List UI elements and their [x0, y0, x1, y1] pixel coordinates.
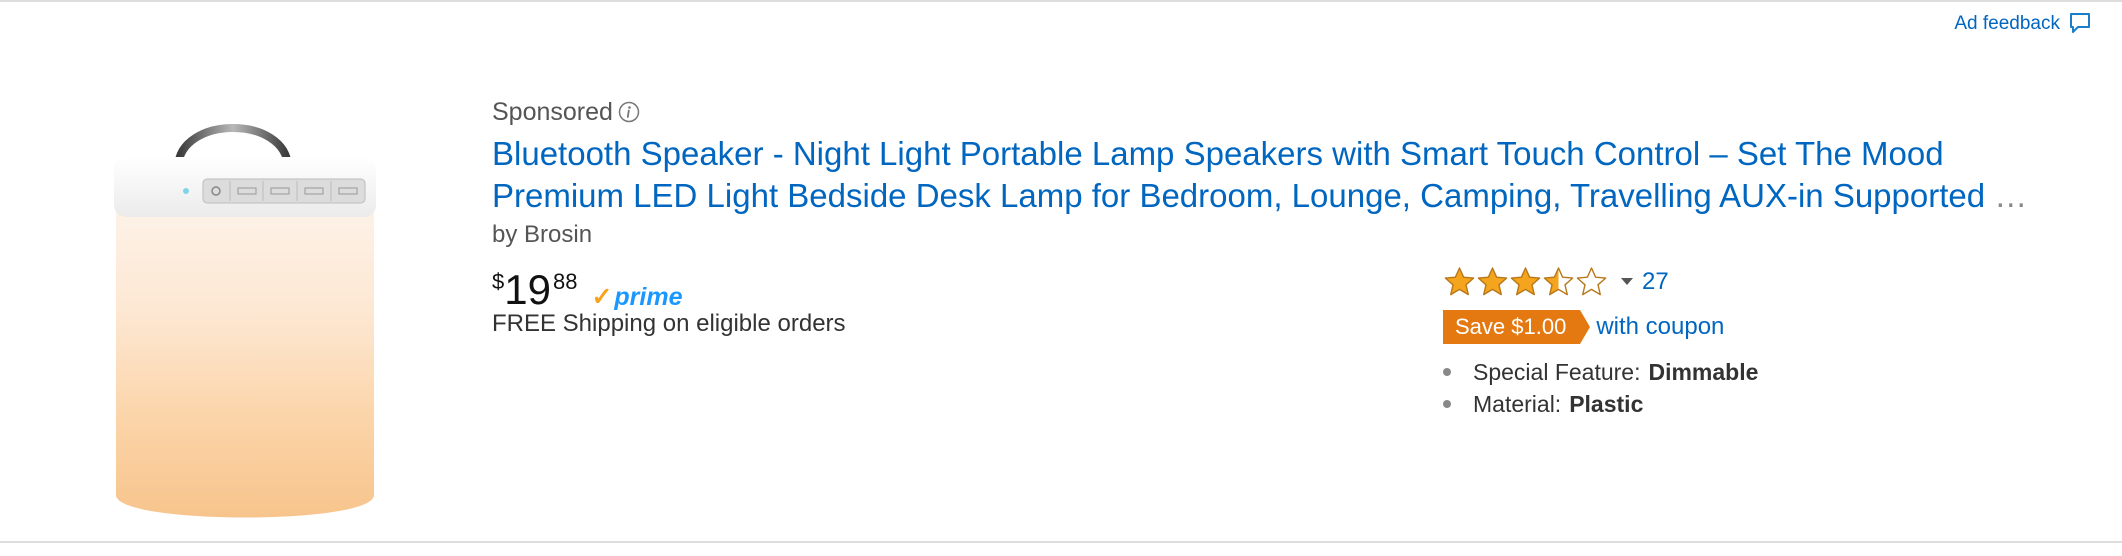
- prime-badge: ✓ prime: [591, 282, 682, 312]
- rating-count-link[interactable]: 27: [1642, 268, 1669, 296]
- title-ellipsis: …: [1994, 177, 2028, 214]
- rating-row: 27: [1443, 262, 2083, 302]
- feature-list: Special Feature: Dimmable Material: Plas…: [1443, 356, 2083, 420]
- star-icon: [1543, 267, 1574, 296]
- coupon-badge-tip: [1580, 310, 1591, 344]
- star-icon: [1510, 267, 1541, 296]
- info-icon[interactable]: [618, 101, 640, 123]
- sponsored-row: Sponsored: [492, 96, 2092, 128]
- bottom-divider: [0, 541, 2122, 543]
- coupon-row: Save $1.00 with coupon: [1443, 310, 2083, 344]
- top-divider: [0, 0, 2122, 2]
- feature-label: Material:: [1473, 390, 1562, 417]
- price-fraction: 88: [552, 269, 578, 294]
- coupon-badge: Save $1.00: [1443, 310, 1581, 344]
- coupon-link[interactable]: with coupon: [1596, 313, 1724, 341]
- price[interactable]: $ 19 88: [492, 266, 577, 314]
- product-title-line-2: Premium LED Light Bedside Desk Lamp for …: [492, 175, 2092, 217]
- ad-feedback-label: Ad feedback: [1954, 13, 2060, 34]
- speech-bubble-icon: [2070, 13, 2090, 33]
- sponsored-label: Sponsored: [492, 97, 613, 126]
- star-icon: [1576, 267, 1607, 296]
- rating-dropdown-icon[interactable]: [1620, 277, 1634, 287]
- product-title-link[interactable]: Bluetooth Speaker - Night Light Portable…: [492, 133, 2092, 217]
- star-icon: [1477, 267, 1508, 296]
- product-details: Sponsored Bluetooth Speaker - Night Ligh…: [492, 96, 2092, 338]
- product-title-line-1: Bluetooth Speaker - Night Light Portable…: [492, 135, 1944, 172]
- product-image[interactable]: [110, 95, 380, 525]
- bullet: [1443, 368, 1451, 376]
- bullet: [1443, 400, 1451, 408]
- prime-check-icon: ✓: [591, 283, 613, 311]
- byline: by Brosin: [492, 218, 2092, 252]
- price-whole: 19: [504, 266, 551, 313]
- star-rating[interactable]: [1443, 266, 1608, 298]
- ad-feedback-link[interactable]: Ad feedback: [1954, 12, 2092, 36]
- price-symbol: $: [492, 269, 505, 294]
- byline-prefix: by: [492, 221, 518, 248]
- feature-item: Special Feature: Dimmable: [1443, 356, 2083, 388]
- price-row: $ 19 88 ✓ prime: [492, 266, 683, 314]
- prime-label: prime: [614, 283, 683, 311]
- feature-value: Plastic: [1569, 390, 1644, 417]
- feature-label: Special Feature:: [1473, 358, 1641, 385]
- product-right-column: 27 Save $1.00 with coupon Special Featur…: [1443, 262, 2083, 420]
- product-title-line-2-text: Premium LED Light Bedside Desk Lamp for …: [492, 177, 1986, 214]
- feature-value: Dimmable: [1648, 358, 1759, 385]
- feature-item: Material: Plastic: [1443, 388, 2083, 420]
- brand-name: Brosin: [524, 221, 593, 248]
- shipping-info: FREE Shipping on eligible orders: [492, 310, 846, 337]
- star-icon: [1444, 267, 1475, 296]
